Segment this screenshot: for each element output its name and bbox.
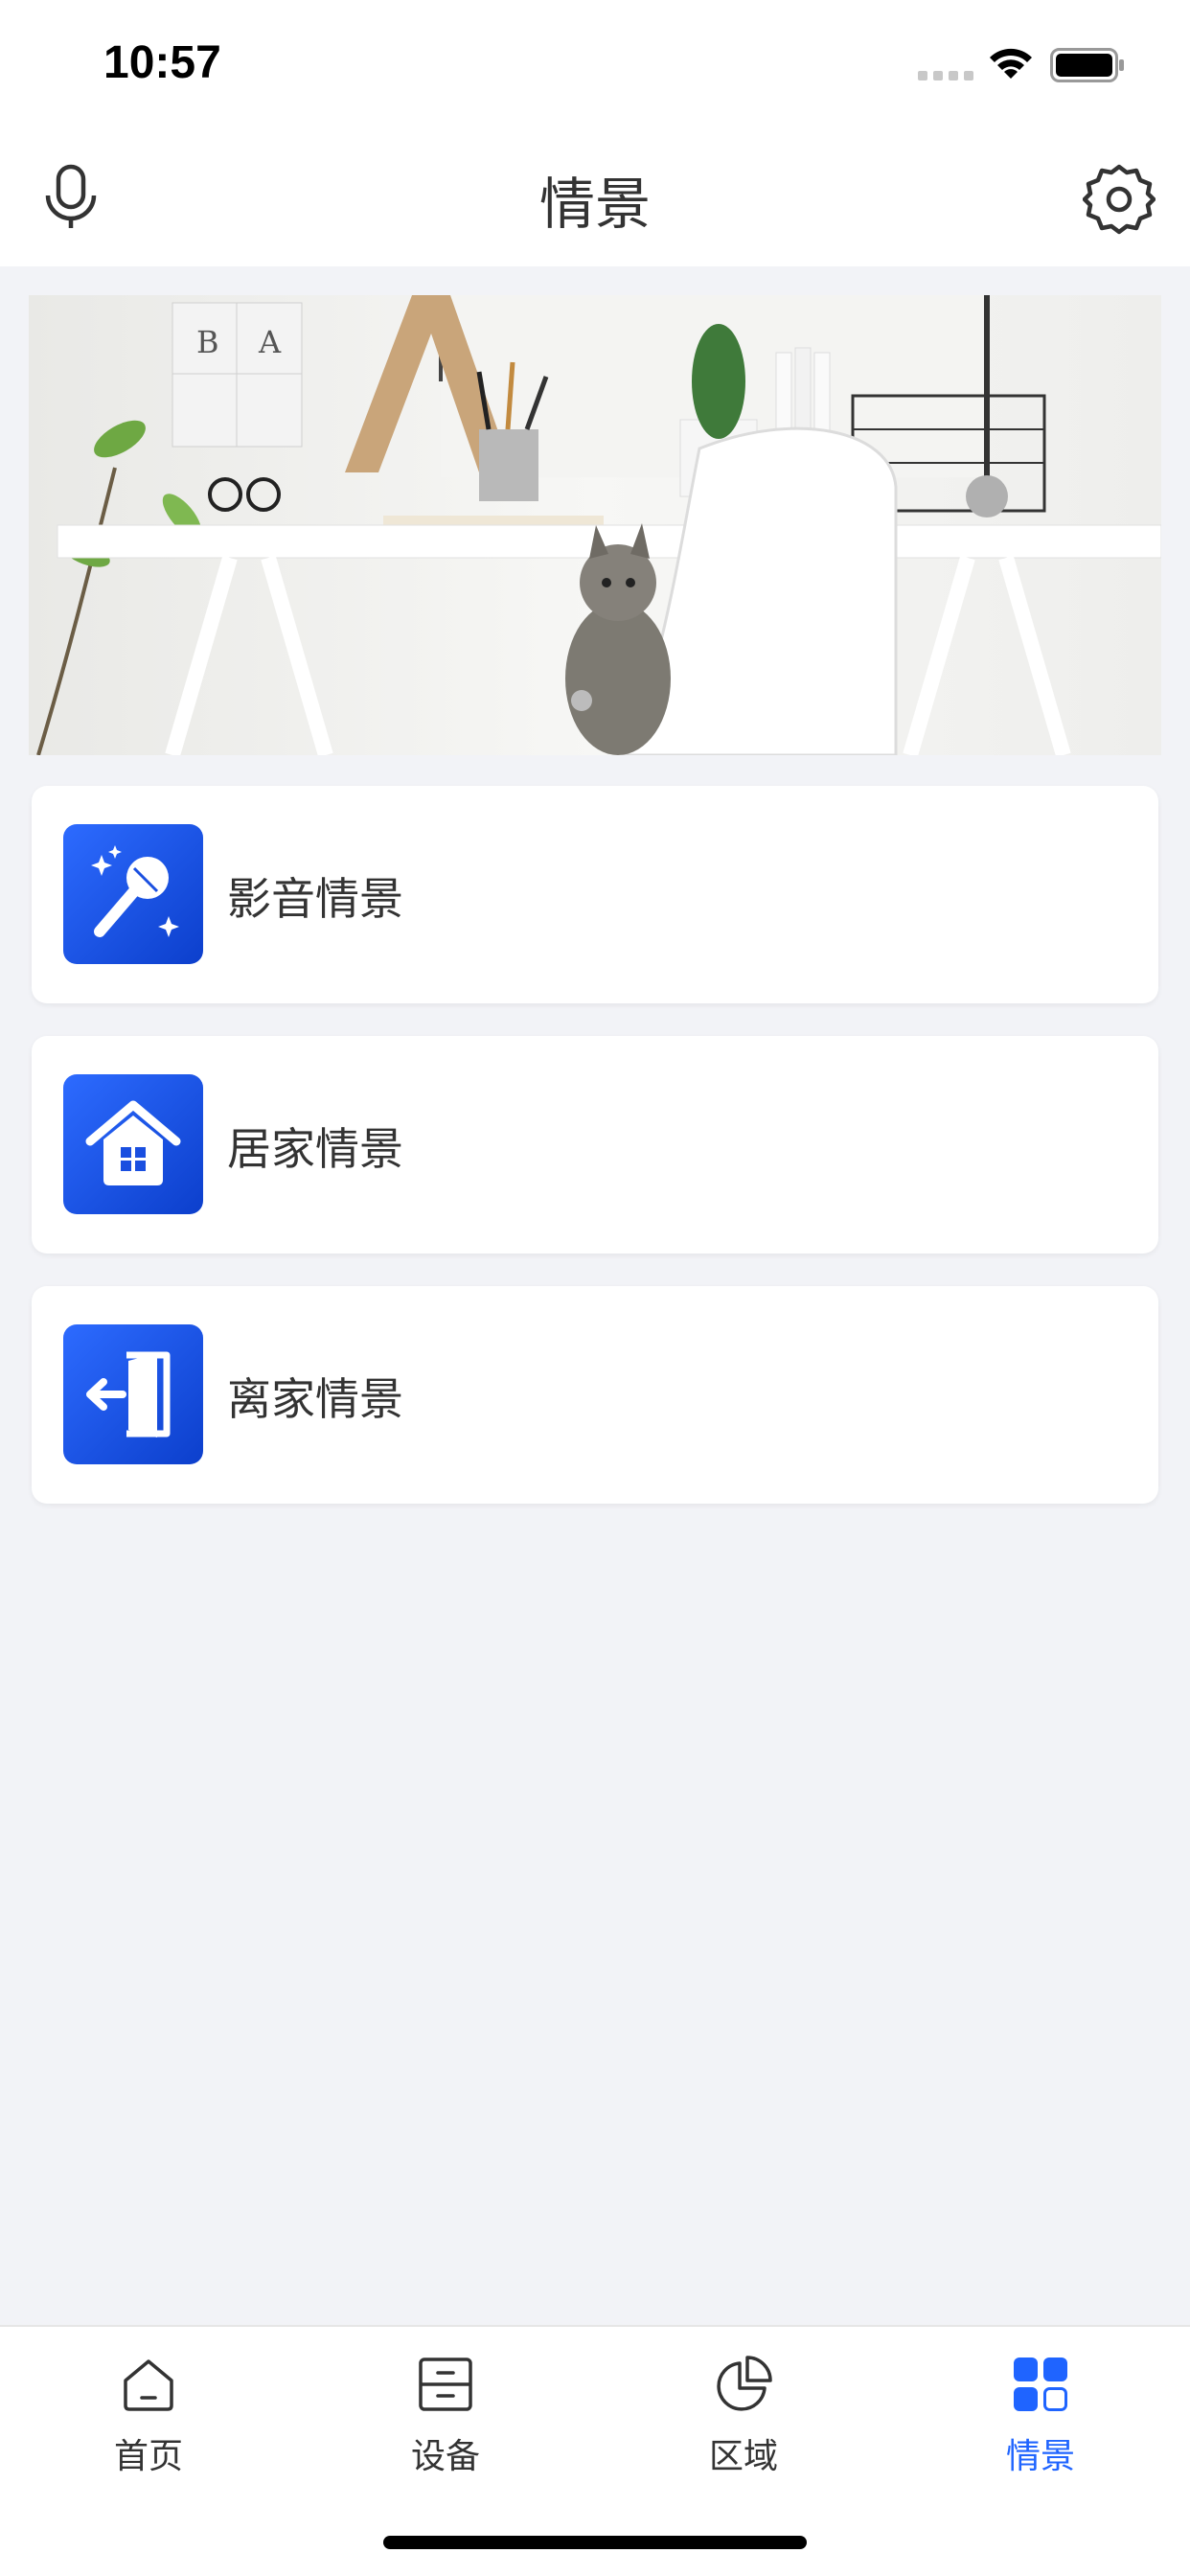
scene-card-home[interactable]: 居家情景	[32, 1036, 1158, 1254]
navigation-bar: 情景	[0, 125, 1190, 266]
wifi-icon	[990, 48, 1032, 79]
tab-areas[interactable]: 区域	[648, 2354, 839, 2497]
tab-label: 设备	[410, 2437, 480, 2476]
page-title: 情景	[538, 172, 651, 237]
grid-icon	[1014, 2358, 1067, 2411]
tab-scenes[interactable]: 情景	[945, 2354, 1136, 2497]
svg-text:A: A	[258, 324, 282, 360]
scene-label: 影音情景	[227, 873, 403, 925]
scene-label: 居家情景	[227, 1123, 403, 1175]
status-bar: 10:57	[0, 0, 1190, 125]
pie-chart-icon	[717, 2356, 772, 2411]
svg-text:B: B	[196, 324, 219, 360]
cellular-signal-icon	[918, 71, 973, 80]
scene-card-media[interactable]: 影音情景	[32, 786, 1158, 1003]
battery-icon	[1050, 48, 1124, 82]
door-exit-icon	[63, 1324, 203, 1464]
tab-devices[interactable]: 设备	[350, 2354, 541, 2497]
tab-label: 区域	[708, 2437, 778, 2476]
device-list-icon	[419, 2358, 472, 2411]
microphone-sparkle-icon	[63, 824, 203, 964]
home-icon	[124, 2359, 173, 2411]
house-icon	[63, 1074, 203, 1214]
scene-label: 离家情景	[227, 1373, 403, 1425]
carousel-indicator-dot[interactable]	[571, 690, 592, 711]
scene-card-away[interactable]: 离家情景	[32, 1286, 1158, 1504]
banner-image[interactable]: B A	[29, 295, 1161, 755]
status-time: 10:57	[103, 37, 221, 88]
desk-scene-illustration: B A	[29, 295, 1161, 755]
tab-label: 首页	[113, 2437, 183, 2476]
gear-icon[interactable]	[1083, 163, 1156, 236]
home-indicator[interactable]	[383, 2536, 807, 2549]
tab-label: 情景	[1005, 2437, 1075, 2476]
tab-home[interactable]: 首页	[53, 2354, 244, 2497]
